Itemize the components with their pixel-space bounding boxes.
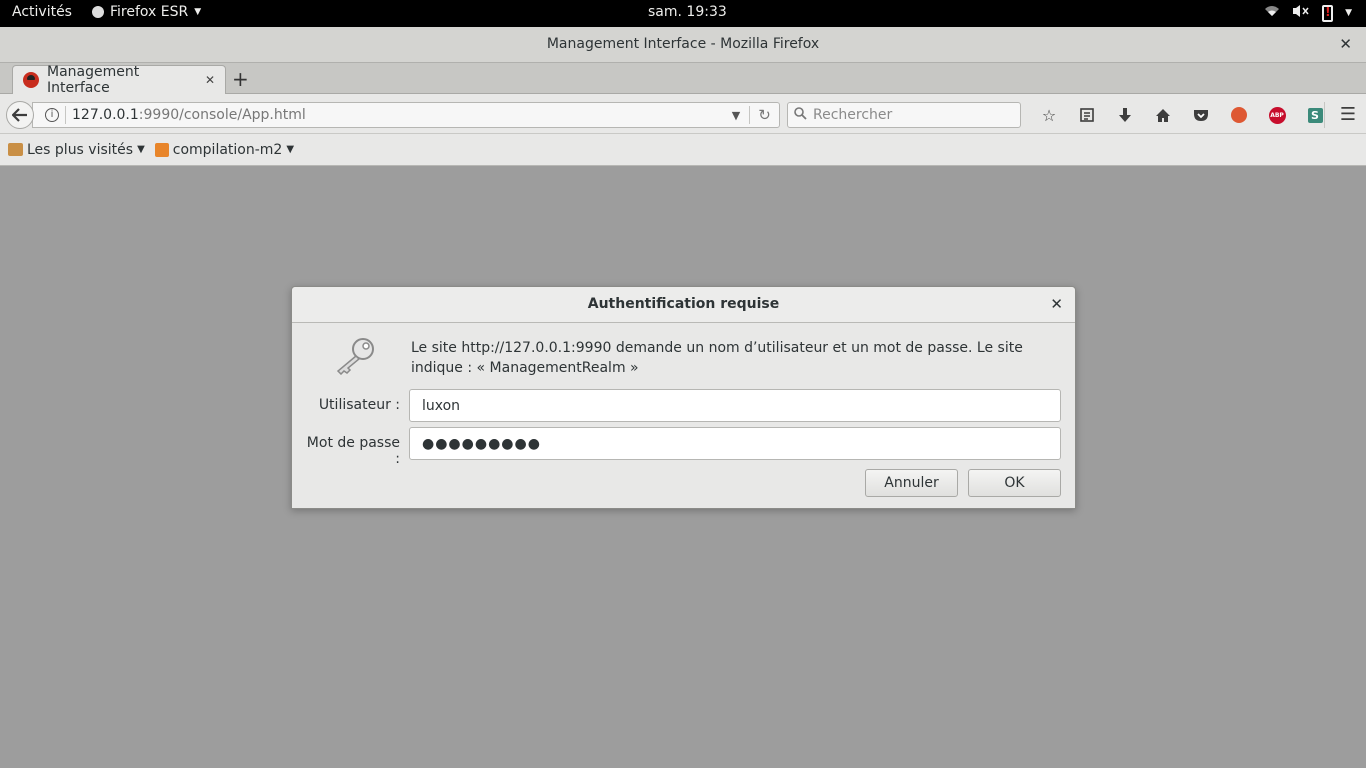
search-icon bbox=[794, 106, 807, 124]
redhat-favicon-icon bbox=[23, 72, 39, 88]
username-label: Utilisateur : bbox=[318, 397, 400, 413]
folder-icon bbox=[8, 143, 23, 156]
extension-s-icon[interactable]: S bbox=[1296, 104, 1334, 126]
url-path: :9990/console/App.html bbox=[138, 107, 306, 123]
url-text[interactable]: 127.0.0.1:9990/console/App.html bbox=[72, 107, 723, 123]
network-icon bbox=[1264, 5, 1280, 21]
tab-close-icon[interactable]: ✕ bbox=[205, 73, 215, 87]
username-input[interactable] bbox=[409, 389, 1061, 422]
pocket-icon[interactable] bbox=[1182, 104, 1220, 126]
toolbar-icons: ☆ ABP S bbox=[1030, 104, 1334, 126]
download-icon[interactable] bbox=[1106, 104, 1144, 126]
password-label: Mot de passe : bbox=[306, 435, 400, 467]
ok-button[interactable]: OK bbox=[968, 469, 1061, 497]
bookmark-label: Les plus visités bbox=[27, 141, 134, 158]
adblock-plus-icon[interactable]: ABP bbox=[1258, 104, 1296, 126]
bookmark-folder-compilation[interactable]: compilation-m2 ▼ bbox=[154, 141, 295, 158]
system-tray[interactable]: ▼ bbox=[1264, 4, 1352, 22]
chevron-down-icon: ▼ bbox=[286, 144, 295, 155]
caret-down-icon: ▼ bbox=[194, 7, 202, 17]
chevron-down-icon: ▼ bbox=[137, 144, 145, 155]
bookmarks-toolbar: Les plus visités ▼ compilation-m2 ▼ bbox=[0, 134, 1366, 166]
new-tab-button[interactable]: + bbox=[232, 67, 249, 91]
window-title: Management Interface - Mozilla Firefox bbox=[546, 36, 820, 52]
url-separator bbox=[65, 106, 66, 124]
reload-icon[interactable]: ↻ bbox=[749, 106, 779, 124]
bookmark-label: compilation-m2 bbox=[172, 141, 283, 158]
volume-muted-icon bbox=[1292, 4, 1310, 22]
activities-button[interactable]: Activités bbox=[12, 4, 72, 20]
duckduckgo-icon[interactable] bbox=[1220, 104, 1258, 126]
bookmark-folder-most-visited[interactable]: Les plus visités ▼ bbox=[8, 142, 145, 158]
url-history-dropdown-icon[interactable]: ▼ bbox=[723, 109, 749, 122]
caret-down-icon: ▼ bbox=[1345, 8, 1352, 18]
gnome-top-bar: Activités Firefox ESR ▼ sam. 19:33 ▼ bbox=[0, 0, 1366, 27]
menu-separator bbox=[1324, 102, 1325, 128]
tab-label: Management Interface bbox=[47, 64, 140, 96]
reading-list-icon[interactable] bbox=[1068, 104, 1106, 126]
dialog-title: Authentification requise bbox=[587, 296, 780, 312]
app-menu-label: Firefox ESR bbox=[110, 4, 189, 20]
dialog-close-button[interactable]: ✕ bbox=[1050, 295, 1063, 313]
clock[interactable]: sam. 19:33 bbox=[648, 4, 727, 20]
bookmark-star-icon[interactable]: ☆ bbox=[1030, 104, 1068, 126]
home-icon[interactable] bbox=[1144, 104, 1182, 126]
navigation-toolbar: i 127.0.0.1:9990/console/App.html ▼ ↻ ☆ bbox=[0, 94, 1366, 134]
password-input[interactable] bbox=[409, 427, 1061, 460]
search-bar[interactable] bbox=[787, 102, 1021, 128]
battery-warning-icon bbox=[1322, 4, 1334, 22]
url-bar[interactable]: i 127.0.0.1:9990/console/App.html ▼ ↻ bbox=[32, 102, 780, 128]
app-menu[interactable]: Firefox ESR ▼ bbox=[92, 4, 201, 20]
firefox-app-icon bbox=[92, 6, 104, 18]
url-host: 127.0.0.1 bbox=[72, 107, 139, 123]
back-button[interactable] bbox=[6, 101, 34, 129]
back-arrow-icon bbox=[12, 108, 27, 122]
dialog-titlebar: Authentification requise ✕ bbox=[292, 287, 1075, 323]
key-icon bbox=[336, 338, 374, 375]
search-input[interactable] bbox=[813, 107, 1013, 123]
window-close-button[interactable]: ✕ bbox=[1339, 35, 1352, 53]
rss-icon bbox=[154, 142, 169, 157]
hamburger-menu-icon[interactable]: ☰ bbox=[1340, 104, 1356, 125]
dialog-message: Le site http://127.0.0.1:9990 demande un… bbox=[411, 340, 1023, 376]
cancel-button[interactable]: Annuler bbox=[865, 469, 958, 497]
tab-strip: Management Interface ✕ + bbox=[0, 63, 1366, 96]
site-info-icon[interactable]: i bbox=[45, 108, 59, 122]
auth-dialog: Authentification requise ✕ Le site http:… bbox=[291, 286, 1076, 509]
window-titlebar: Management Interface - Mozilla Firefox ✕ bbox=[0, 27, 1366, 63]
tab-management-interface[interactable]: Management Interface ✕ bbox=[12, 64, 226, 96]
